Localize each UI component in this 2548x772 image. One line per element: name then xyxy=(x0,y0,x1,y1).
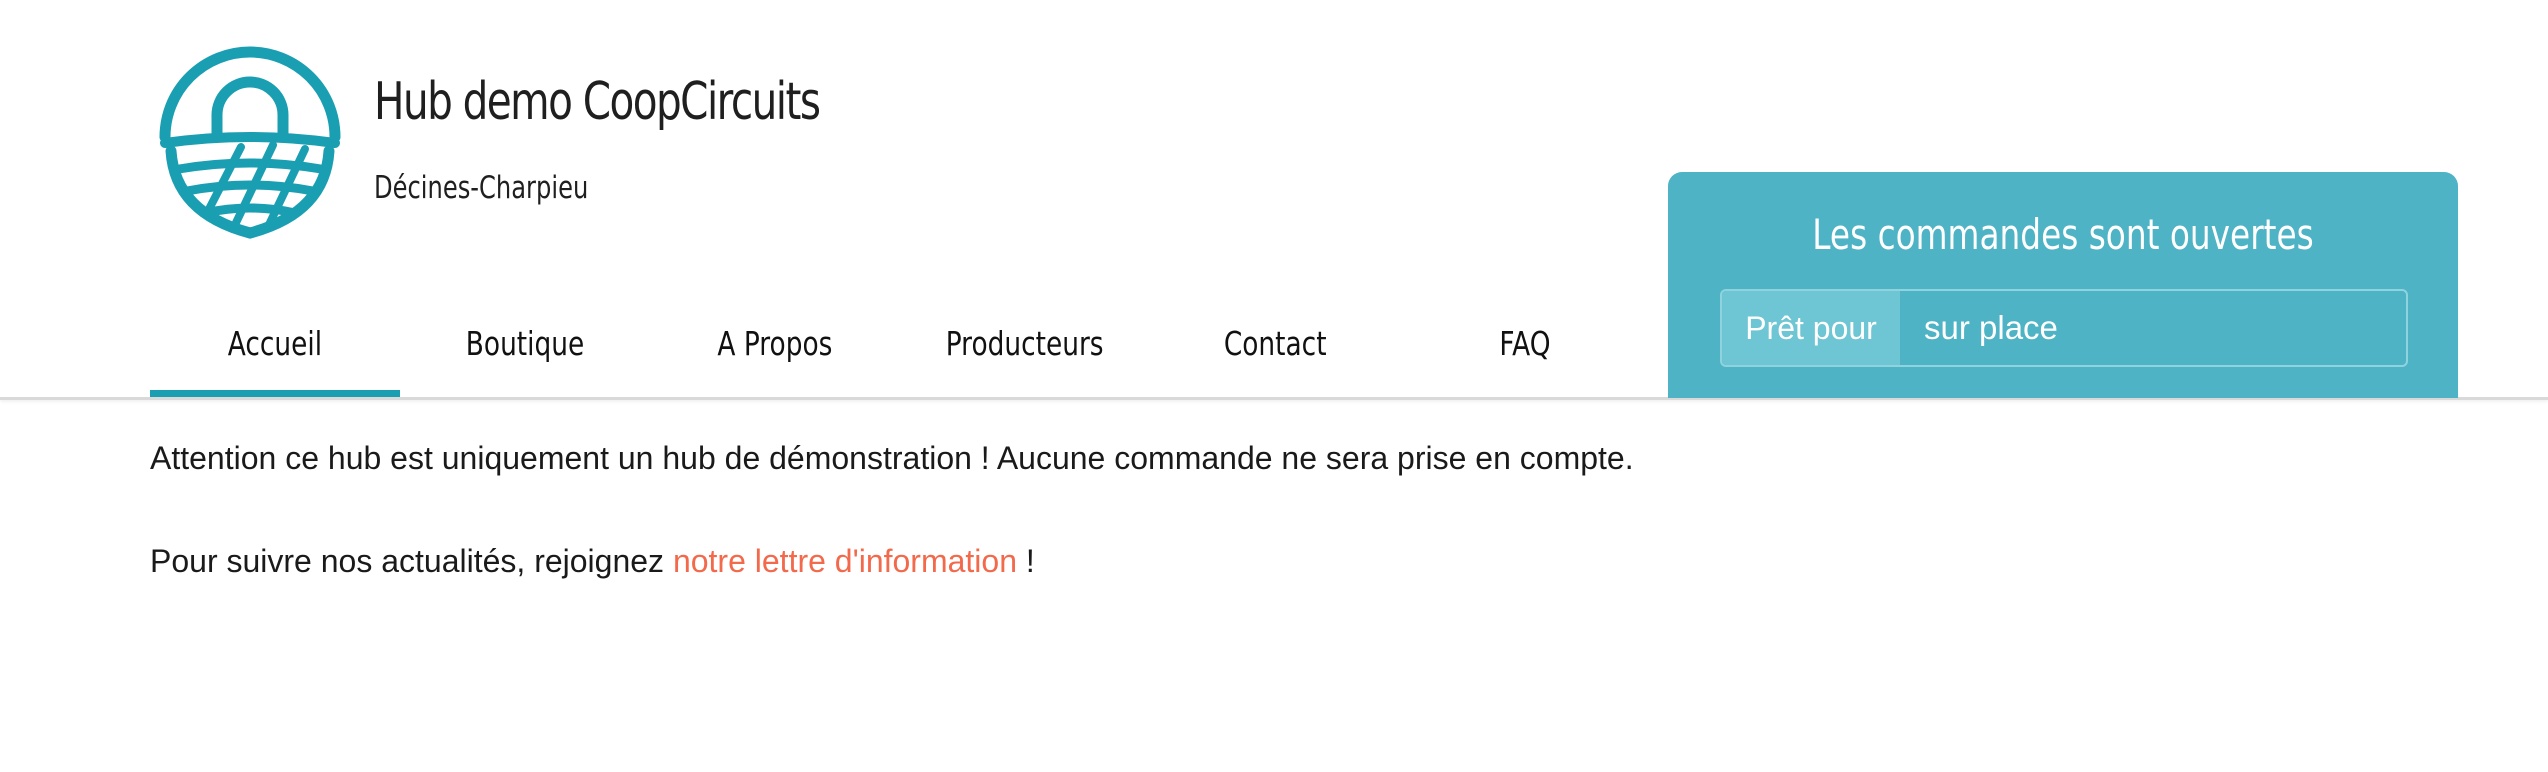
tab-contact[interactable]: Contact xyxy=(1150,316,1400,397)
site-header: Hub demo CoopCircuits Décines-Charpieu A… xyxy=(0,0,2548,400)
tab-faq[interactable]: FAQ xyxy=(1400,316,1650,397)
tab-accueil[interactable]: Accueil xyxy=(150,316,400,397)
hub-city: Décines-Charpieu xyxy=(374,170,589,206)
tab-label: A Propos xyxy=(717,324,833,363)
tab-label: FAQ xyxy=(1499,324,1551,363)
pickup-value: sur place xyxy=(1924,309,2058,346)
orders-status-title: Les commandes sont ouvertes xyxy=(1812,210,2314,259)
tab-label: Accueil xyxy=(227,324,323,363)
pickup-label: Prêt pour xyxy=(1722,291,1900,365)
tab-label: Contact xyxy=(1223,324,1327,363)
basket-logo-icon[interactable] xyxy=(155,45,345,245)
tab-producteurs[interactable]: Producteurs xyxy=(900,316,1150,397)
pickup-selector[interactable]: Prêt pour sur place xyxy=(1720,289,2408,367)
hub-name: Hub demo CoopCircuits xyxy=(374,72,821,132)
newsletter-link[interactable]: notre lettre d'information xyxy=(673,543,1017,579)
main-nav: Accueil Boutique A Propos Producteurs Co… xyxy=(150,316,1650,397)
newsletter-paragraph: Pour suivre nos actualités, rejoignez no… xyxy=(150,543,1634,580)
demo-notice: Attention ce hub est uniquement un hub d… xyxy=(150,440,1634,476)
tab-boutique[interactable]: Boutique xyxy=(400,316,650,397)
newsletter-suffix: ! xyxy=(1017,543,1035,579)
tab-label: Producteurs xyxy=(946,324,1104,363)
tab-a-propos[interactable]: A Propos xyxy=(650,316,900,397)
orders-status-panel: Les commandes sont ouvertes Prêt pour su… xyxy=(1668,172,2458,398)
main-content: Attention ce hub est uniquement un hub d… xyxy=(150,440,1634,580)
newsletter-prefix: Pour suivre nos actualités, rejoignez xyxy=(150,543,673,579)
tab-label: Boutique xyxy=(465,324,585,363)
